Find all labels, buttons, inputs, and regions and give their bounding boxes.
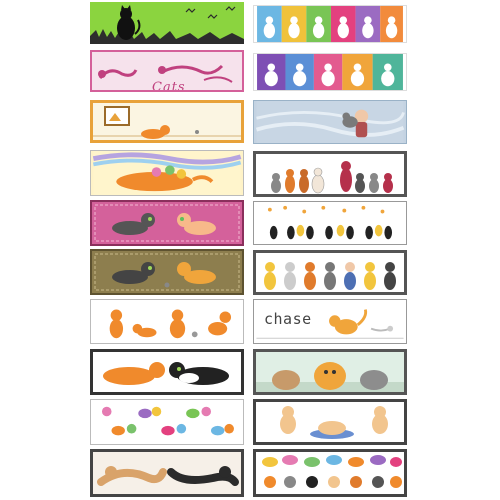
- card-cats-nose-to-nose-banner: [90, 349, 244, 395]
- card-sitting-cats-row-banner: [253, 151, 407, 197]
- black-cat-grass-art: [90, 2, 244, 44]
- card-girl-holding-cat-banner: [253, 100, 407, 144]
- chase-title: chase: [264, 310, 312, 328]
- stretching-cats-art: [93, 452, 241, 494]
- card-black-cat-grass-banner: [90, 2, 244, 44]
- card-framed-cat-banner: [90, 100, 244, 143]
- card-pink-cats-banner: Cats: [90, 50, 244, 92]
- card-three-cat-faces-banner: [253, 349, 407, 395]
- card-kittens-basket-banner: [253, 399, 407, 445]
- card-olive-cats-banner: [90, 249, 244, 295]
- orange-cats-mouse-art: [93, 300, 241, 343]
- card-colorful-cat-silhouettes-banner: [253, 5, 407, 43]
- card-yarn-cats-pattern-banner: [90, 399, 244, 445]
- sleeping-cats-art: [92, 151, 242, 195]
- card-sleeping-cats-banner: [90, 150, 244, 196]
- cats-speech-bubbles-art: [256, 452, 404, 494]
- yarn-cats-pattern-art: [93, 400, 241, 444]
- costumed-cats-art: [256, 253, 404, 292]
- colorful-cat-silhouettes-art: [257, 6, 403, 42]
- cats-nose-to-nose-art: [93, 352, 241, 392]
- cats-title: Cats: [152, 80, 186, 92]
- cats-and-butterflies-art: [256, 202, 404, 244]
- card-pink-cats-meeting-banner: [90, 200, 244, 246]
- three-cat-faces-art: [256, 352, 404, 392]
- framed-cat-art: [93, 103, 241, 140]
- purple-cat-silhouettes-art: [257, 54, 403, 90]
- girl-holding-cat-art: [255, 101, 405, 143]
- card-chase-banner: chase: [253, 299, 407, 344]
- card-orange-cats-mouse-banner: [90, 299, 244, 344]
- card-cats-and-butterflies-banner: [253, 201, 407, 245]
- kittens-basket-art: [256, 402, 404, 442]
- card-stretching-cats-banner: [90, 449, 244, 497]
- card-costumed-cats-banner: [253, 250, 407, 295]
- card-cats-speech-bubbles-banner: [253, 449, 407, 497]
- pink-cats-meeting-art: [92, 202, 242, 244]
- sticker-sheet: Cats chase: [0, 0, 500, 500]
- olive-cats-art: [92, 251, 242, 293]
- card-purple-cat-silhouettes-banner: [253, 53, 407, 91]
- sitting-cats-row-art: [256, 154, 404, 194]
